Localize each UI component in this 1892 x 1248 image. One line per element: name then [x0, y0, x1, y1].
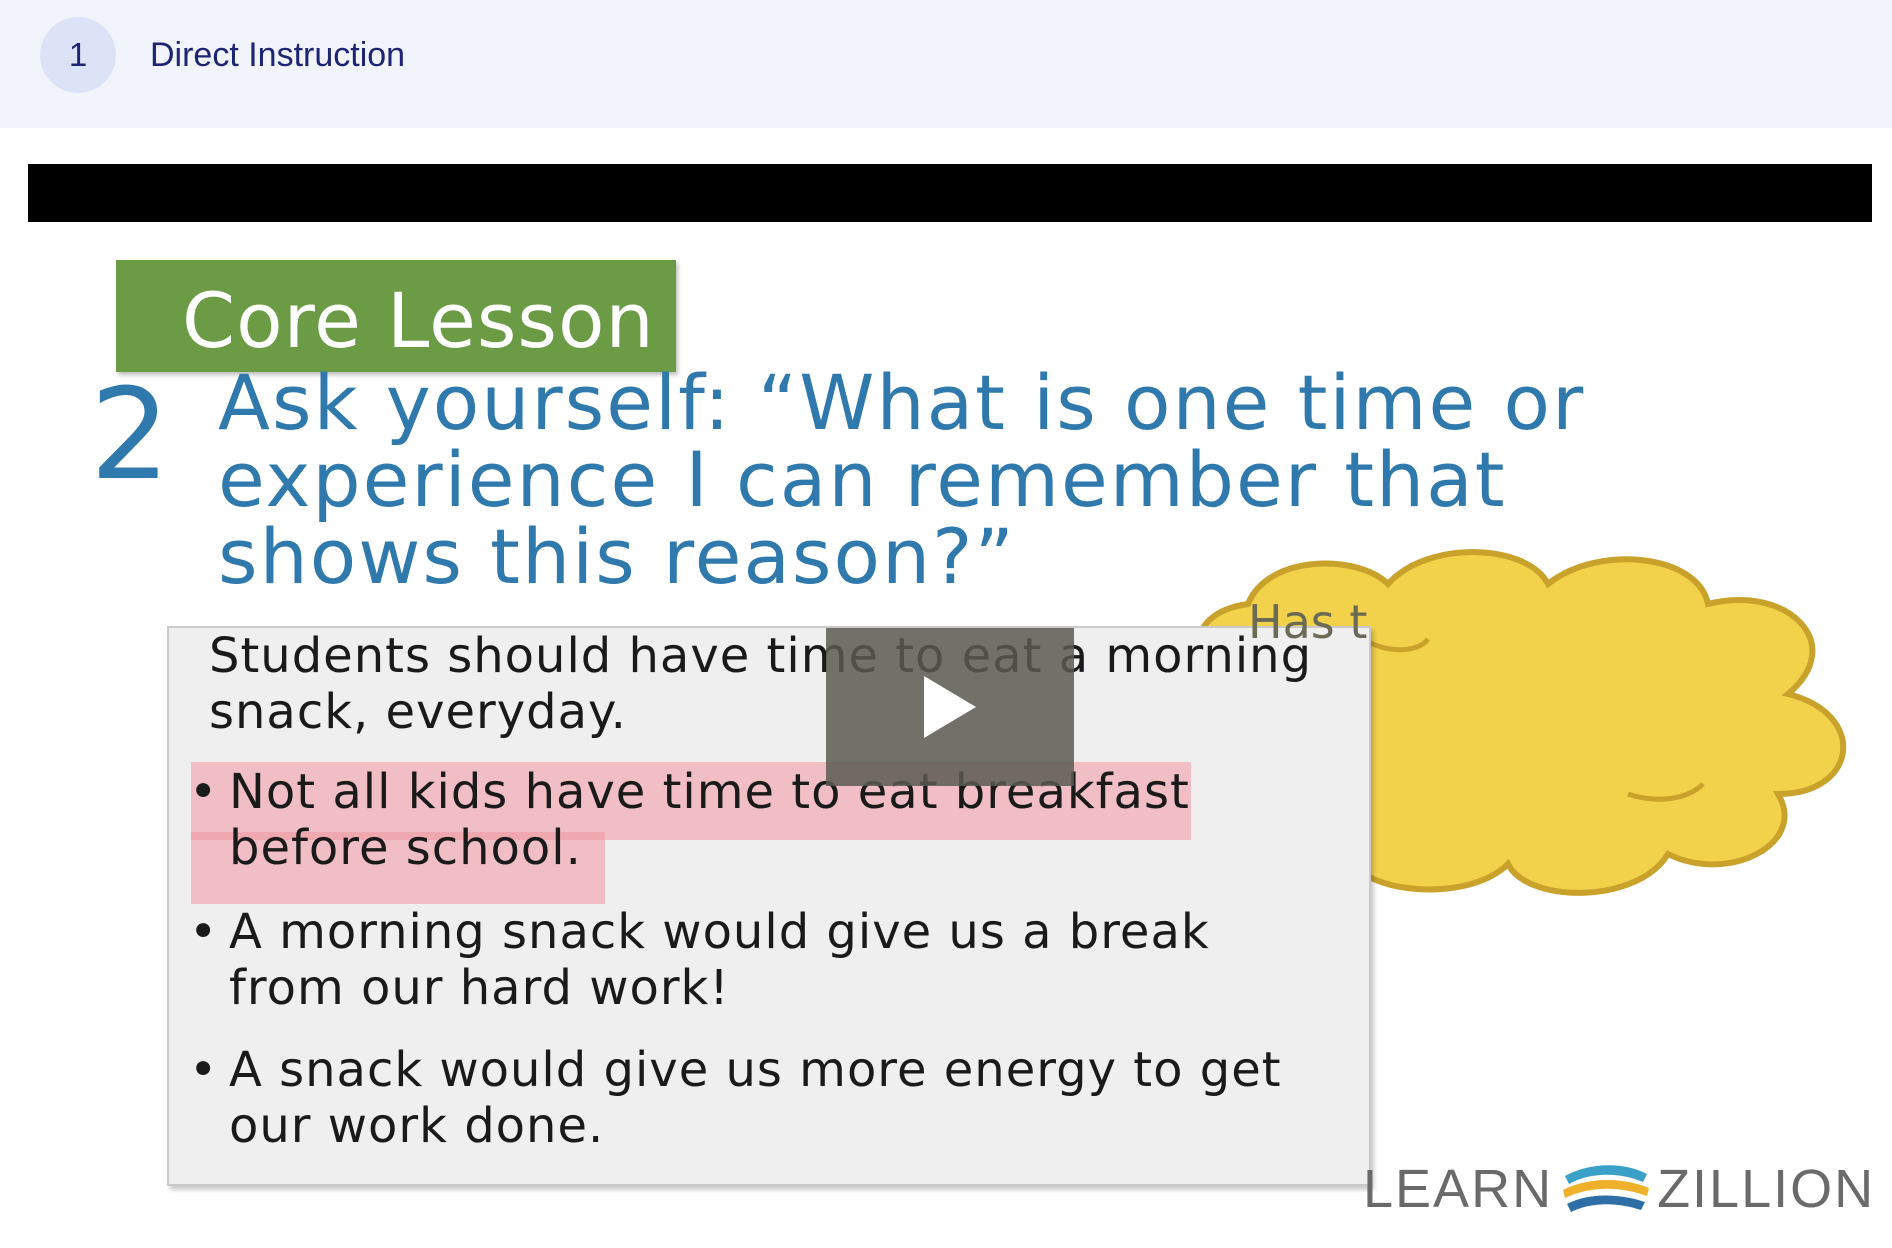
step-title: Direct Instruction: [150, 36, 406, 74]
reason-text: A snack would give us more energy to get…: [229, 1042, 1282, 1154]
learnzillion-logo: LEARN ZILLION: [1363, 1154, 1872, 1224]
reason-text: A morning snack would give us a break fr…: [229, 904, 1210, 1016]
core-lesson-label: Core Lesson: [182, 276, 655, 365]
play-icon: [924, 676, 976, 738]
bullet-icon: •: [189, 1042, 219, 1098]
logo-text-right: ZILLION: [1657, 1159, 1872, 1219]
logo-swirl-icon: [1561, 1157, 1650, 1221]
reason-text: Not all kids have time to eat breakfast …: [229, 764, 1190, 876]
core-lesson-tab: Core Lesson: [116, 260, 676, 372]
step-number-badge: 1: [40, 17, 116, 93]
lesson-step-number: 2: [90, 361, 171, 508]
video-player[interactable]: Core Lesson 2 Ask yourself: “What is one…: [28, 164, 1872, 1248]
play-button[interactable]: [826, 628, 1074, 786]
logo-text-left: LEARN: [1363, 1159, 1554, 1219]
lesson-step-header: 1 Direct Instruction: [0, 0, 1892, 128]
video-top-bar: [28, 164, 1872, 222]
reasons-card: Students should have time to eat a morni…: [167, 626, 1371, 1186]
bullet-icon: •: [189, 904, 219, 960]
thought-bubble-text: Has t: [1248, 595, 1368, 649]
bullet-icon: •: [189, 764, 219, 820]
claim-text: Students should have time to eat a morni…: [209, 628, 1313, 740]
